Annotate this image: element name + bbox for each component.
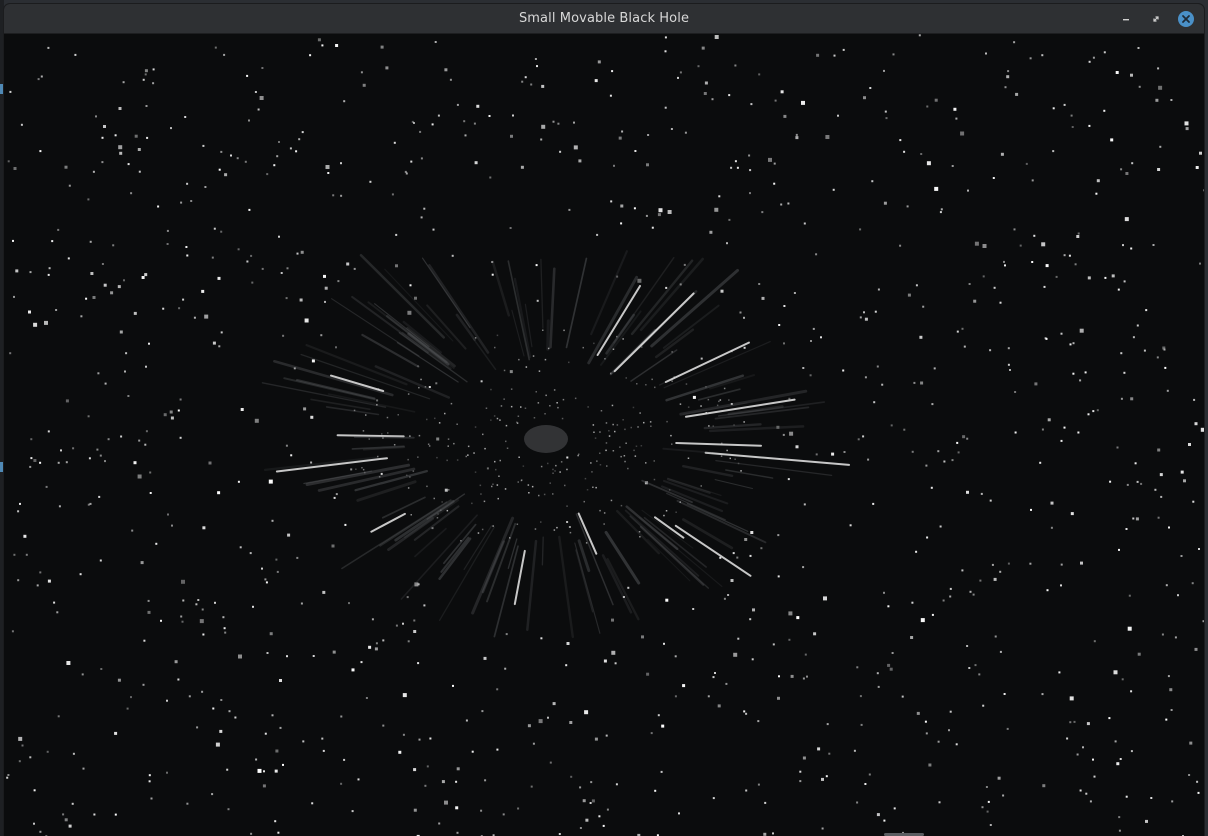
minimize-icon bbox=[1123, 19, 1129, 21]
window-controls bbox=[1116, 9, 1196, 29]
background-stars bbox=[6, 34, 1204, 836]
star-field bbox=[6, 34, 1204, 836]
maximize-icon bbox=[1153, 16, 1159, 22]
window-title: Small Movable Black Hole bbox=[518, 11, 690, 26]
app-window: Small Movable Black Hole bbox=[4, 4, 1204, 836]
maximize-button[interactable] bbox=[1146, 9, 1166, 29]
black-hole-canvas[interactable] bbox=[4, 34, 1204, 836]
title-bar[interactable]: Small Movable Black Hole bbox=[4, 4, 1204, 34]
minimize-button[interactable] bbox=[1116, 9, 1136, 29]
desktop-edge-mark bbox=[0, 462, 3, 472]
close-button[interactable] bbox=[1176, 9, 1196, 29]
desktop-edge-mark bbox=[0, 84, 3, 94]
close-icon bbox=[1178, 11, 1194, 27]
black-hole bbox=[524, 425, 568, 453]
